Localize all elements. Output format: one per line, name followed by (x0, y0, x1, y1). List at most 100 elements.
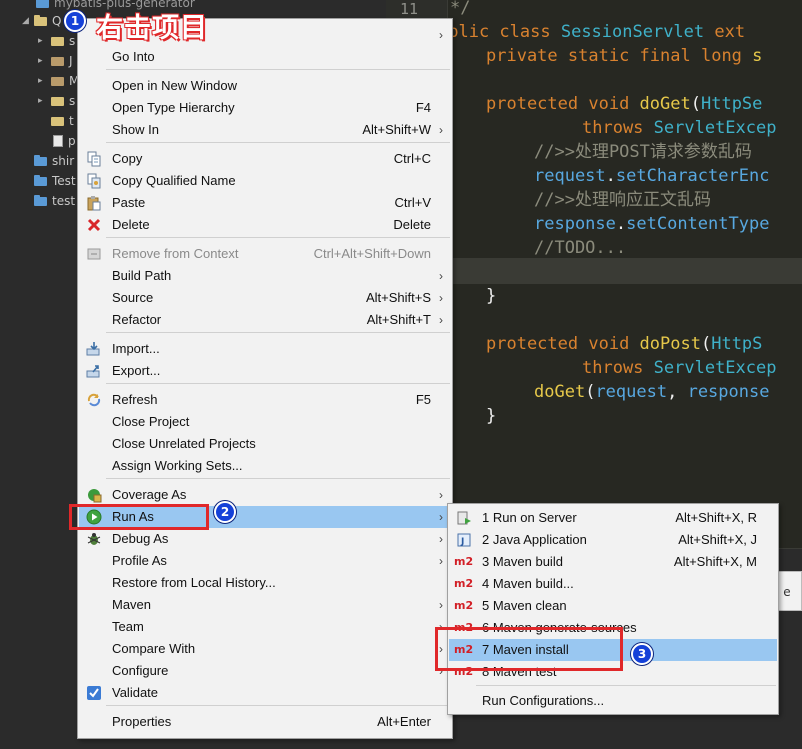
code-line: protected void doPost(HttpS (486, 332, 762, 356)
submenu-item-label: 3 Maven build (482, 554, 563, 569)
submenu-item-5-maven-clean[interactable]: m2 5 Maven clean (449, 595, 777, 617)
code-line: //TODO... (534, 236, 626, 260)
code-token: ext (714, 22, 746, 42)
code-token: ServletExcep (653, 358, 777, 378)
menu-item-shortcut: Ctrl+Alt+Shift+Down (313, 246, 431, 261)
code-token: s (752, 46, 763, 66)
menu-item-remove-from-context[interactable]: Remove from Context Ctrl+Alt+Shift+Down (79, 243, 451, 265)
code-token: doPost (639, 334, 701, 354)
menu-item-paste[interactable]: Paste Ctrl+V (79, 192, 451, 214)
tree-expand-arrow[interactable]: ▸ (38, 31, 48, 51)
submenu-arrow-icon: › (439, 532, 443, 546)
menu-item-close-unrelated-projects[interactable]: Close Unrelated Projects (79, 433, 451, 455)
menu-item-label: Profile As (112, 553, 167, 568)
annotation-right-click-project: 右击项目 (96, 13, 208, 44)
menu-item-delete[interactable]: Delete Delete (79, 214, 451, 236)
menu-item-compare-with[interactable]: Compare With › (79, 638, 451, 660)
tree-item-project-test2[interactable]: test (34, 191, 75, 211)
tree-item-target[interactable]: t (51, 111, 74, 131)
menu-separator (106, 332, 450, 333)
menu-separator (106, 237, 450, 238)
step-badge-3: 3 (631, 643, 653, 665)
tree-item-selected-project[interactable]: Q (34, 11, 61, 31)
menu-item-label: Properties (112, 714, 172, 729)
menu-item-open-in-new-window[interactable]: Open in New Window (79, 75, 451, 97)
code-token: long (700, 46, 753, 66)
code-line: request.setCharacterEnc (534, 164, 769, 188)
maven-m2-icon: m2 (454, 577, 474, 590)
submenu-item-shortcut: Alt+Shift+X, M (673, 554, 757, 569)
refresh-icon (86, 392, 102, 408)
tree-item-project-shiro[interactable]: shir (34, 151, 74, 171)
menu-item-team[interactable]: Team › (79, 616, 451, 638)
code-token: HttpS (711, 334, 763, 354)
project-icon (34, 15, 47, 26)
tree-item-jre[interactable]: J (51, 51, 73, 71)
tree-item-pom[interactable]: p (53, 131, 76, 151)
tree-item-src2[interactable]: s (51, 91, 75, 111)
tree-expand-arrow[interactable]: ▸ (38, 51, 48, 71)
line-number: 11 (400, 0, 419, 18)
code-line: ublic class SessionServlet ext (438, 20, 745, 44)
submenu-item-label: 1 Run on Server (482, 510, 577, 525)
menu-item-copy-qualified-name[interactable]: Copy Qualified Name (79, 170, 451, 192)
menu-item-refresh[interactable]: Refresh F5 (79, 389, 451, 411)
code-token: response (534, 214, 616, 234)
menu-item-close-project[interactable]: Close Project (79, 411, 451, 433)
menu-item-build-path[interactable]: Build Path › (79, 265, 451, 287)
menu-item-refactor[interactable]: Refactor Alt+Shift+T › (79, 309, 451, 331)
remove-context-icon (86, 246, 102, 262)
menu-item-label: Paste (112, 195, 146, 210)
menu-item-go-into[interactable]: Go Into (79, 46, 451, 68)
run-as-submenu: 1 Run on Server Alt+Shift+X, R J 2 Java App… (447, 503, 779, 715)
submenu-item-run-configurations[interactable]: Run Configurations... (449, 690, 777, 712)
menu-item-source[interactable]: Source Alt+Shift+S › (79, 287, 451, 309)
menu-item-export[interactable]: Export... (79, 360, 451, 382)
tree-expand-arrow[interactable]: ▸ (38, 91, 48, 111)
menu-item-maven[interactable]: Maven › (79, 594, 451, 616)
tree-collapse-arrow[interactable]: ◢ (22, 11, 32, 31)
tree-expand-arrow[interactable]: ▸ (38, 71, 48, 91)
menu-item-debug-as[interactable]: Debug As › (79, 528, 451, 550)
context-menu: › Go Into Open in New Window Open Type Hier… (77, 18, 453, 739)
code-token: //TODO... (534, 238, 627, 258)
code-token: private (486, 46, 568, 66)
code-token: ( (585, 382, 596, 402)
menu-item-shortcut: Alt+Shift+W (362, 122, 431, 137)
tree-item-maven[interactable]: M (51, 71, 79, 91)
menu-item-label: Debug As (112, 531, 169, 546)
menu-item-copy[interactable]: Copy Ctrl+C (79, 148, 451, 170)
menu-item-label: Configure (112, 663, 169, 678)
menu-item-open-type-hierarchy[interactable]: Open Type Hierarchy F4 (79, 97, 451, 119)
submenu-arrow-icon: › (439, 510, 443, 524)
submenu-item-2-java-application[interactable]: J 2 Java Application Alt+Shift+X, J (449, 529, 777, 551)
menu-separator (106, 705, 450, 706)
code-token: } (486, 286, 497, 306)
menu-item-label: Export... (112, 363, 161, 378)
menu-separator (106, 383, 450, 384)
tree-item-label: Q (52, 14, 62, 28)
folder-icon (51, 95, 64, 106)
tree-item-project-test[interactable]: Test (34, 171, 76, 191)
tree-item-src[interactable]: s (51, 31, 75, 51)
menu-item-restore-from-local-history[interactable]: Restore from Local History... (79, 572, 451, 594)
code-token: //>>处理响应正文乱码 (534, 190, 711, 210)
menu-item-shortcut: Ctrl+V (394, 195, 431, 210)
menu-item-configure[interactable]: Configure › (79, 660, 451, 682)
code-token: ( (700, 334, 712, 354)
code-line: private static final long s (486, 44, 762, 68)
import-icon (86, 341, 102, 357)
menu-item-properties[interactable]: Properties Alt+Enter (79, 711, 451, 733)
menu-item-profile-as[interactable]: Profile As › (79, 550, 451, 572)
menu-item-show-in[interactable]: Show In Alt+Shift+W › (79, 119, 451, 141)
code-token: throws (582, 118, 654, 138)
menu-item-assign-working-sets[interactable]: Assign Working Sets... (79, 455, 451, 477)
menu-item-coverage-as[interactable]: Coverage As › (79, 484, 451, 506)
submenu-item-1-run-on-server[interactable]: 1 Run on Server Alt+Shift+X, R (449, 507, 777, 529)
code-token: class (499, 22, 561, 42)
submenu-item-4-maven-build[interactable]: m2 4 Maven build... (449, 573, 777, 595)
code-line: } (486, 284, 496, 308)
menu-item-import[interactable]: Import... (79, 338, 451, 360)
submenu-item-3-maven-build[interactable]: m2 3 Maven build Alt+Shift+X, M (449, 551, 777, 573)
menu-item-validate[interactable]: Validate (79, 682, 451, 704)
